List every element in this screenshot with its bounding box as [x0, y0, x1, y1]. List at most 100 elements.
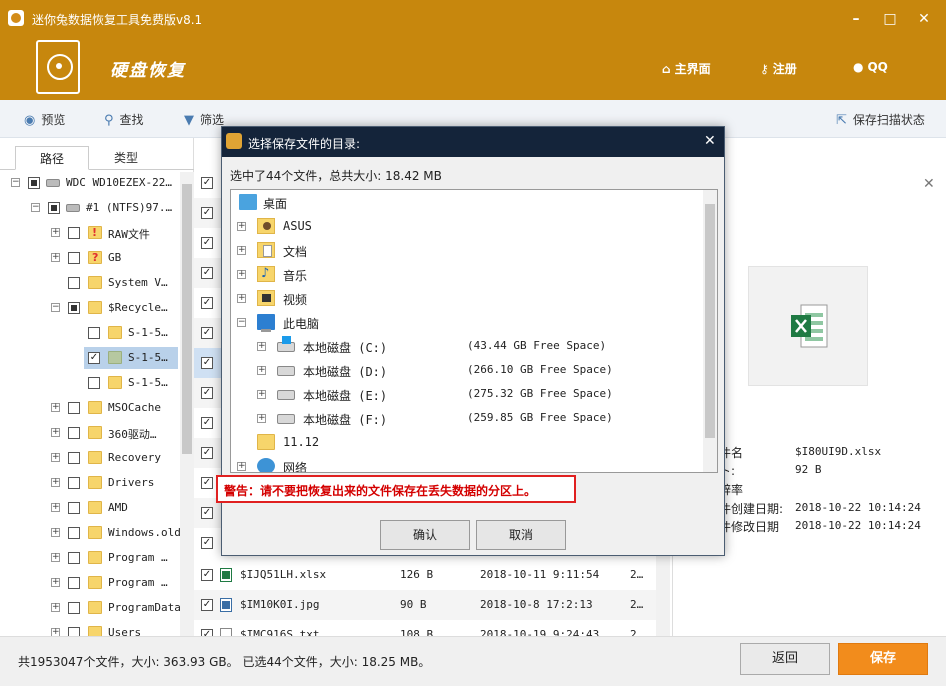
tree-item-documents[interactable]: + 文档 — [231, 238, 703, 262]
close-button[interactable]: ✕ — [914, 10, 934, 28]
tree-item-program-files[interactable]: + Program … — [0, 547, 180, 569]
tree-item-this-pc[interactable]: − 此电脑 — [231, 310, 703, 334]
maximize-button[interactable]: □ — [880, 10, 900, 28]
expand-icon[interactable]: + — [51, 228, 60, 237]
tree-checkbox[interactable] — [88, 377, 100, 389]
expand-icon[interactable]: + — [51, 253, 60, 262]
expand-icon[interactable]: + — [237, 246, 246, 255]
tree-checkbox[interactable] — [68, 277, 80, 289]
tree-item-amd[interactable]: + AMD — [0, 497, 180, 519]
collapse-icon[interactable]: − — [11, 178, 20, 187]
collapse-icon[interactable]: − — [237, 318, 246, 327]
table-row[interactable]: $IM10K0I.jpg 90 B 2018-10-8 17:2:13 2… — [194, 590, 656, 620]
tab-type[interactable]: 类型 — [90, 146, 162, 170]
tree-item-disk-c[interactable]: + 本地磁盘 (C:) (43.44 GB Free Space) — [231, 334, 703, 358]
tree-item-music[interactable]: + 音乐 — [231, 262, 703, 286]
tree-item-disk-e[interactable]: + 本地磁盘 (E:) (275.32 GB Free Space) — [231, 382, 703, 406]
tree-checkbox[interactable] — [88, 352, 100, 364]
folder-tree-scrollbar-thumb[interactable] — [705, 204, 715, 438]
expand-icon[interactable]: + — [51, 603, 60, 612]
tree-checkbox[interactable] — [68, 502, 80, 514]
expand-icon[interactable]: + — [237, 270, 246, 279]
row-checkbox[interactable] — [201, 477, 213, 489]
tree-checkbox[interactable] — [68, 552, 80, 564]
row-checkbox[interactable] — [201, 507, 213, 519]
dialog-close-button[interactable]: ✕ — [704, 133, 716, 149]
tree-item-network[interactable]: + 网络 — [231, 454, 703, 472]
tree-item-asus[interactable]: + ASUS — [231, 214, 703, 238]
tree-checkbox[interactable] — [68, 227, 80, 239]
row-checkbox[interactable] — [201, 417, 213, 429]
cancel-button[interactable]: 取消 — [476, 520, 566, 550]
row-checkbox[interactable] — [201, 599, 213, 611]
expand-icon[interactable]: + — [51, 528, 60, 537]
expand-icon[interactable]: + — [51, 553, 60, 562]
expand-icon[interactable]: + — [51, 578, 60, 587]
tree-item-recovery[interactable]: + Recovery — [0, 447, 180, 469]
row-checkbox[interactable] — [201, 357, 213, 369]
save-scan-status-button[interactable]: ⇱ 保存扫描状态 — [836, 111, 925, 128]
expand-icon[interactable]: + — [237, 222, 246, 231]
tree-item-desktop[interactable]: 桌面 — [231, 190, 703, 214]
expand-icon[interactable]: + — [237, 294, 246, 303]
tree-item-sid-2-selected[interactable]: S-1-5… — [84, 347, 178, 369]
table-row[interactable]: $IJQ51LH.xlsx 126 B 2018-10-11 9:11:54 2… — [194, 560, 656, 590]
back-button[interactable]: 返回 — [740, 643, 830, 675]
tree-item-disk[interactable]: − WDC WD10EZEX-22… — [0, 172, 180, 194]
nav-home-link[interactable]: ⌂ 主界面 — [662, 60, 711, 77]
expand-icon[interactable]: + — [51, 403, 60, 412]
tree-item-gb[interactable]: + GB — [0, 247, 180, 269]
tree-scrollbar-thumb[interactable] — [182, 184, 192, 454]
tree-item-drivers[interactable]: + Drivers — [0, 472, 180, 494]
tree-checkbox[interactable] — [68, 602, 80, 614]
tree-item-videos[interactable]: + 视频 — [231, 286, 703, 310]
tree-checkbox[interactable] — [28, 177, 40, 189]
minimize-button[interactable]: – — [846, 10, 866, 28]
filter-button[interactable]: ▼ 筛选 — [184, 111, 224, 128]
tree-item-sid-1[interactable]: S-1-5… — [0, 322, 180, 344]
expand-icon[interactable]: + — [237, 462, 246, 471]
tree-checkbox[interactable] — [88, 327, 100, 339]
tree-item-disk-f[interactable]: + 本地磁盘 (F:) (259.85 GB Free Space) — [231, 406, 703, 430]
tree-item-disk-d[interactable]: + 本地磁盘 (D:) (266.10 GB Free Space) — [231, 358, 703, 382]
find-button[interactable]: ⚲ 查找 — [104, 111, 144, 128]
confirm-button[interactable]: 确认 — [380, 520, 470, 550]
tree-checkbox[interactable] — [68, 427, 80, 439]
tree-checkbox[interactable] — [48, 202, 60, 214]
tree-checkbox[interactable] — [68, 627, 80, 636]
expand-icon[interactable]: + — [51, 428, 60, 437]
table-row[interactable]: $IMC916S.txt 108 B 2018-10-19 9:24:43 2… — [194, 620, 656, 636]
row-checkbox[interactable] — [201, 569, 213, 581]
row-checkbox[interactable] — [201, 387, 213, 399]
tree-item-360[interactable]: + 360驱动… — [0, 422, 180, 444]
collapse-icon[interactable]: − — [51, 303, 60, 312]
tree-item-msocache[interactable]: + MSOCache — [0, 397, 180, 419]
row-checkbox[interactable] — [201, 267, 213, 279]
row-checkbox[interactable] — [201, 297, 213, 309]
tree-item-system-volume[interactable]: System V… — [0, 272, 180, 294]
expand-icon[interactable]: + — [257, 390, 266, 399]
tree-item-partition[interactable]: − #1 (NTFS)97.… — [0, 197, 180, 219]
save-button[interactable]: 保存 — [838, 643, 928, 675]
tree-item-users[interactable]: + Users — [0, 622, 180, 636]
tree-checkbox[interactable] — [68, 527, 80, 539]
row-checkbox[interactable] — [201, 537, 213, 549]
tree-checkbox[interactable] — [68, 452, 80, 464]
collapse-icon[interactable]: − — [31, 203, 40, 212]
row-checkbox[interactable] — [201, 327, 213, 339]
tree-item-recycle[interactable]: − $Recycle… — [0, 297, 180, 319]
tree-item-raw[interactable]: + RAW文件 — [0, 222, 180, 244]
expand-icon[interactable]: + — [51, 478, 60, 487]
tree-item-program-files-x86[interactable]: + Program … — [0, 572, 180, 594]
expand-icon[interactable]: + — [51, 503, 60, 512]
tab-path[interactable]: 路径 — [15, 146, 89, 170]
row-checkbox[interactable] — [201, 237, 213, 249]
tree-item-programdata[interactable]: + ProgramData — [0, 597, 180, 619]
tree-item-folder-1112[interactable]: 11.12 — [231, 430, 703, 454]
tree-checkbox[interactable] — [68, 302, 80, 314]
preview-close-button[interactable]: ✕ — [923, 176, 935, 192]
tree-checkbox[interactable] — [68, 252, 80, 264]
row-checkbox[interactable] — [201, 629, 213, 636]
expand-icon[interactable]: + — [51, 628, 60, 636]
preview-button[interactable]: ◉ 预览 — [24, 111, 65, 128]
